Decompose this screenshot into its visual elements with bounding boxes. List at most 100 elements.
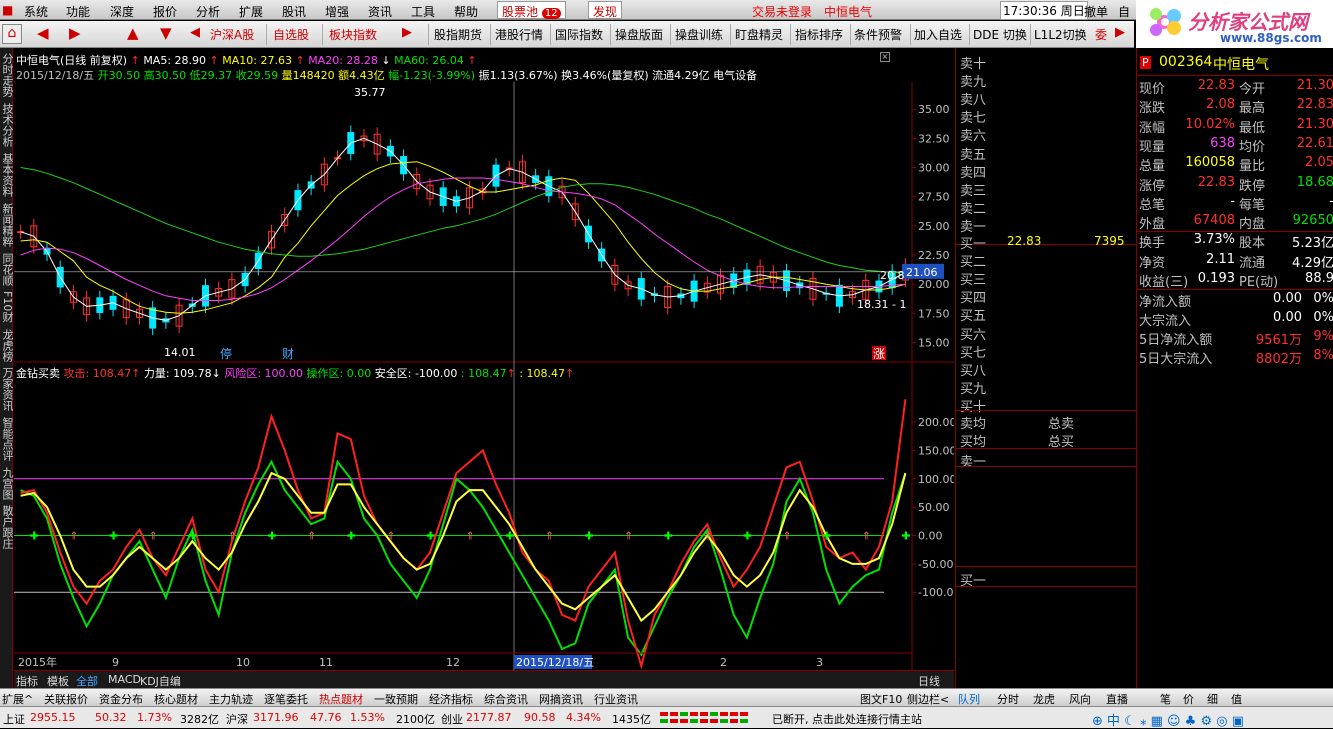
- tb-hs-a-shares[interactable]: 沪深A股: [210, 26, 254, 43]
- discover-button[interactable]: 发现: [588, 1, 623, 19]
- tb-entrust[interactable]: 委: [1095, 26, 1107, 43]
- menu-item-info[interactable]: 资讯: [368, 3, 392, 20]
- back-left-icon[interactable]: ◀: [37, 25, 49, 41]
- quote-tab[interactable]: 风向: [1069, 691, 1091, 707]
- prev-page-icon[interactable]: ◀: [190, 25, 200, 41]
- app-icon[interactable]: ■: [2, 3, 13, 17]
- sell-level-label: 卖四: [960, 165, 987, 181]
- tb-trade-training[interactable]: 操盘训练: [675, 26, 723, 43]
- tb-sector-index[interactable]: 板块指数: [329, 26, 377, 43]
- bottom-tab[interactable]: 热点题材: [319, 691, 363, 707]
- quote-tab[interactable]: 分时: [997, 691, 1019, 707]
- quote-tab[interactable]: 细: [1207, 691, 1218, 707]
- menu-item-function[interactable]: 功能: [66, 3, 90, 20]
- bottom-tab[interactable]: 经济指标: [429, 691, 473, 707]
- quote-label: 涨跌: [1139, 101, 1166, 117]
- self-button[interactable]: 自: [1118, 3, 1130, 20]
- quote-tab[interactable]: 直播: [1106, 691, 1128, 707]
- connection-status[interactable]: 已断开, 点击此处连接行情主站: [772, 711, 922, 727]
- bottom-tab[interactable]: 主力轨迹: [209, 691, 253, 707]
- tb-dde-switch[interactable]: DDE 切换: [973, 26, 1027, 43]
- buy-arrow-icon: ✚: [584, 530, 593, 543]
- period-label[interactable]: 日线: [918, 673, 940, 689]
- quote-tab[interactable]: 笔: [1160, 691, 1171, 707]
- nav-nine-grid[interactable]: 九宫图: [0, 466, 14, 500]
- tb-condition-alert[interactable]: 条件预警: [854, 26, 902, 43]
- stock-pool-button[interactable]: 股票池 12: [497, 1, 566, 19]
- tb-trade-layout[interactable]: 操盘版面: [615, 26, 663, 43]
- nav-technical[interactable]: 技术分析: [0, 102, 14, 148]
- tb-watchlist[interactable]: 自选股: [273, 26, 309, 43]
- indicator-tab[interactable]: 全部: [76, 673, 98, 689]
- buy-arrow-icon: ✚: [743, 530, 752, 543]
- bottom-right-tab[interactable]: 图文F10: [860, 691, 902, 707]
- bottom-tab[interactable]: 一致预期: [374, 691, 418, 707]
- quote-value: 21.30: [1296, 78, 1333, 93]
- nav-dragon-tiger[interactable]: 龙虎榜: [0, 328, 14, 362]
- nav-retail[interactable]: 散户跟庄: [0, 504, 14, 550]
- forward-right-icon[interactable]: ▶: [69, 25, 81, 41]
- quote-tab[interactable]: 队列: [958, 691, 980, 707]
- quote-value: 3.73%: [1193, 232, 1235, 248]
- tb-index-futures[interactable]: 股指期货: [434, 26, 482, 43]
- bottom-tab[interactable]: 网摘资讯: [539, 691, 583, 707]
- indicator-tab[interactable]: KDJ自编: [140, 673, 181, 689]
- menu-item-stocknews[interactable]: 股讯: [282, 3, 306, 20]
- quote-tab[interactable]: 值: [1231, 691, 1242, 707]
- tb-l1l2-switch[interactable]: L1L2切换: [1034, 26, 1087, 43]
- trade-login-status[interactable]: 交易未登录: [752, 3, 812, 20]
- flow-row: 5日大宗流入 8802万 8%: [1137, 348, 1333, 367]
- menu-item-analysis[interactable]: 分析: [196, 3, 220, 20]
- tb-intl-index[interactable]: 国际指数: [555, 26, 603, 43]
- nav-smart-review[interactable]: 智能点评: [0, 416, 14, 462]
- menu-item-extend[interactable]: 扩展: [239, 3, 263, 20]
- kline-chart-area[interactable]: 中恒电气(日线 前复权) ↑ MA5: 28.90 ↑ MA10: 27.63 …: [14, 48, 954, 684]
- arrow-up-icon[interactable]: ▲: [127, 25, 139, 41]
- menu-item-enhance[interactable]: 增强: [325, 3, 349, 20]
- quote-tab[interactable]: 龙虎: [1033, 691, 1055, 707]
- nav-f10[interactable]: F10财: [0, 290, 14, 324]
- next-page-icon[interactable]: ▶: [402, 25, 412, 41]
- tray-icons[interactable]: ⊕ 中 ☾ ⁎ ▦ ☺ ♣ ⚙ ◎ ▣: [1092, 710, 1244, 729]
- bottom-right-tab[interactable]: 侧边栏<: [907, 691, 949, 707]
- y-tick-label: 30.00: [918, 162, 950, 175]
- menu-item-tools[interactable]: 工具: [411, 3, 435, 20]
- nav-news[interactable]: 新闻精粹: [0, 202, 14, 248]
- tb-monitor-elf[interactable]: 盯盘精灵: [735, 26, 783, 43]
- indicator-tab[interactable]: 指标: [16, 673, 38, 689]
- flow-value: 0.00: [1273, 310, 1302, 325]
- quote-value: 22.83: [1197, 78, 1235, 93]
- indicator-tab[interactable]: MACD: [108, 673, 141, 686]
- stock-name: 中恒电气: [1213, 57, 1269, 73]
- bottom-tab[interactable]: 综合资讯: [484, 691, 528, 707]
- y-tick-label: 20.00: [918, 278, 950, 291]
- quote-label: PE(动): [1239, 275, 1279, 290]
- cancel-order-button[interactable]: 撤单: [1084, 3, 1108, 20]
- menu-item-quote[interactable]: 报价: [153, 3, 177, 20]
- home-icon[interactable]: ⌂: [2, 24, 22, 44]
- tb-add-watchlist[interactable]: 加入自选: [914, 26, 962, 43]
- quote-label: 净资: [1139, 255, 1166, 271]
- sz-change: 47.76: [310, 711, 342, 724]
- nav-wanjia-news[interactable]: 万家资讯: [0, 366, 14, 412]
- bottom-tab[interactable]: 核心题材: [154, 691, 198, 707]
- bottom-tab[interactable]: 逐笔委托: [264, 691, 308, 707]
- menu-item-depth[interactable]: 深度: [110, 3, 134, 20]
- menu-item-help[interactable]: 帮助: [454, 3, 478, 20]
- tb-indicator-sort[interactable]: 指标排序: [795, 26, 843, 43]
- arrow-down-icon[interactable]: ▼: [160, 25, 172, 41]
- quote-tab[interactable]: 价: [1183, 691, 1194, 707]
- price-annotation: 18.31 - 1: [857, 298, 906, 311]
- menu-item-system[interactable]: 系统: [24, 3, 48, 20]
- bottom-tab[interactable]: 资金分布: [99, 691, 143, 707]
- nav-ths[interactable]: 同花顺: [0, 252, 14, 286]
- bottom-tab[interactable]: 扩展^: [2, 691, 33, 707]
- quote-label: 涨停: [1139, 178, 1166, 194]
- bottom-tab[interactable]: 行业资讯: [594, 691, 638, 707]
- bottom-tab[interactable]: 关联报价: [44, 691, 88, 707]
- indicator-tab[interactable]: 模板: [47, 673, 69, 689]
- toolbar-more-icon[interactable]: ▶: [1115, 25, 1125, 41]
- nav-fundamentals[interactable]: 基本资料: [0, 152, 14, 198]
- nav-intraday[interactable]: 分时走势: [0, 52, 14, 98]
- tb-hk-quotes[interactable]: 港股行情: [495, 26, 543, 43]
